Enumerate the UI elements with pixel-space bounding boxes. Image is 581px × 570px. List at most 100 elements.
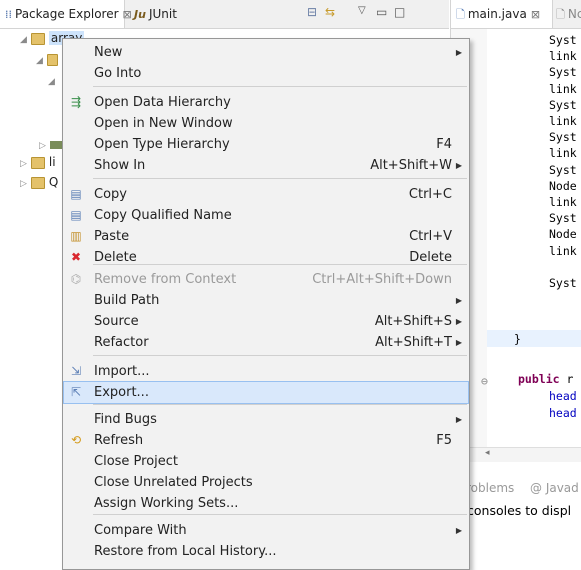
menu-item-label: New	[94, 45, 123, 60]
menu-item-label: Copy Qualified Name	[94, 208, 232, 223]
submenu-arrow-icon: ▶	[455, 48, 462, 57]
view-menu-icon[interactable]: ▽	[358, 5, 366, 16]
menu-item-refresh[interactable]: ⟲ Refresh F5	[64, 430, 468, 451]
expand-arrow-icon[interactable]: ◢	[48, 77, 55, 87]
collapse-arrow-icon[interactable]: ▷	[20, 159, 27, 169]
menu-item-shortcut: Alt+Shift+W	[370, 158, 452, 173]
code-line: link	[549, 146, 577, 161]
menu-item-go-into[interactable]: Go Into	[64, 63, 468, 84]
tree-item-label: li	[48, 155, 56, 169]
tab-package-explorer-label: Package Explorer	[15, 7, 119, 21]
tab-javadoc[interactable]: @ Javad	[530, 481, 579, 495]
menu-item-label: Go Into	[94, 66, 142, 81]
method-declaration: public r	[518, 372, 573, 386]
expand-arrow-icon[interactable]: ◢	[20, 35, 27, 45]
current-line-highlight	[487, 330, 581, 347]
menu-item-close-unrelated-projects[interactable]: Close Unrelated Projects	[64, 472, 468, 493]
menu-item-label: Refresh	[94, 433, 144, 448]
menu-item-shortcut: Ctrl+Alt+Shift+Down	[312, 272, 452, 287]
menu-item-label: Source	[94, 314, 139, 329]
code-line: Syst	[549, 162, 577, 177]
submenu-arrow-icon: ▶	[455, 296, 462, 305]
menu-item-source[interactable]: Source Alt+Shift+S ▶	[64, 311, 468, 332]
code-line: Node	[549, 178, 577, 193]
menu-item-open-data-hierarchy[interactable]: ⇶ Open Data Hierarchy	[64, 92, 468, 113]
tree-item-label: Q	[48, 175, 59, 189]
copy-icon: ▤	[70, 187, 82, 201]
maximize-icon[interactable]: □	[394, 5, 405, 19]
tree-item-child[interactable]: ◢	[48, 71, 59, 89]
code-line: link	[549, 243, 577, 258]
code-line: link	[549, 195, 577, 209]
fold-icon[interactable]: ⊖	[481, 374, 488, 388]
menu-item-export[interactable]: ⇱ Export...	[63, 381, 469, 404]
menu-item-close-project[interactable]: Close Project	[64, 451, 468, 472]
context-menu[interactable]: New ▶ Go Into ⇶ Open Data Hierarchy Open in N…	[62, 38, 470, 570]
copy-qualified-icon: ▤	[70, 208, 82, 222]
menu-separator	[93, 264, 467, 265]
code-line-head: head	[549, 389, 577, 403]
tab-junit[interactable]: Ju JUnit	[128, 0, 208, 28]
submenu-arrow-icon: ▶	[455, 317, 462, 326]
tab-nc[interactable]: 🗋 Nc	[555, 0, 581, 28]
menu-item-shortcut: Ctrl+C	[408, 187, 452, 202]
package-icon	[46, 53, 58, 66]
link-with-editor-icon[interactable]: ⇆	[325, 5, 335, 19]
menu-item-label: Build Path	[94, 293, 160, 308]
menu-item-shortcut: Alt+Shift+S	[374, 314, 452, 329]
delete-icon: ✖	[70, 250, 82, 264]
menu-item-paste[interactable]: ▥ Paste Ctrl+V	[64, 226, 468, 247]
submenu-arrow-icon: ▶	[455, 338, 462, 347]
menu-item-compare-with[interactable]: Compare With ▶	[64, 520, 468, 541]
code-line: Node	[549, 227, 577, 242]
code-line: link	[549, 81, 577, 96]
menu-item-new[interactable]: New ▶	[64, 42, 468, 63]
menu-item-import[interactable]: ⇲ Import...	[64, 361, 468, 382]
tab-main-java-label: main.java	[467, 7, 527, 21]
console-message-text: consoles to displ	[467, 503, 572, 518]
menu-item-open-in-new-window[interactable]: Open in New Window	[64, 113, 468, 134]
collapse-arrow-icon[interactable]: ▷	[39, 141, 46, 151]
menu-item-copy[interactable]: ▤ Copy Ctrl+C	[64, 184, 468, 205]
menu-item-shortcut: F4	[436, 137, 452, 152]
menu-item-label: Refactor	[94, 335, 149, 350]
menu-item-shortcut: Ctrl+V	[409, 229, 452, 244]
code-line: Syst	[549, 33, 577, 47]
collapse-arrow-icon[interactable]: ▷	[20, 179, 27, 189]
collapse-all-icon[interactable]: ⊟	[307, 5, 317, 19]
method-declaration-rest: r	[566, 372, 574, 386]
tree-item-child[interactable]: ◢	[36, 50, 62, 68]
menu-item-show-in[interactable]: Show In Alt+Shift+W ▶	[64, 155, 468, 176]
menu-item-label: Paste	[94, 229, 130, 244]
menu-item-label: Compare With	[94, 523, 187, 538]
menu-item-label: Open Data Hierarchy	[94, 95, 231, 110]
menu-item-shortcut: Alt+Shift+T	[375, 335, 452, 350]
tab-main-java[interactable]: 🗋 main.java ⊠	[451, 0, 553, 28]
menu-item-shortcut: F5	[436, 433, 452, 448]
tab-package-explorer[interactable]: ⁞⁞ Package Explorer ⊠	[0, 0, 132, 28]
close-icon[interactable]: ⊠	[531, 8, 540, 21]
menu-item-assign-working-sets[interactable]: Assign Working Sets...	[64, 493, 468, 514]
tree-item-li[interactable]: ▷ li	[20, 153, 56, 171]
code-line: Syst	[549, 130, 577, 145]
code-line: Syst	[549, 211, 577, 226]
menu-item-restore-from-local-history[interactable]: Restore from Local History...	[64, 541, 468, 562]
code-line: link	[549, 49, 577, 64]
tab-problems[interactable]: roblems	[466, 481, 514, 495]
editor-tab-bar: 🗋 main.java ⊠ 🗋 Nc	[450, 0, 581, 29]
submenu-arrow-icon: ▶	[455, 415, 462, 424]
menu-item-label: Restore from Local History...	[94, 544, 277, 559]
menu-item-build-path[interactable]: Build Path ▶	[64, 290, 468, 311]
minimize-icon[interactable]: ▭	[376, 5, 387, 19]
menu-item-copy-qualified-name[interactable]: ▤ Copy Qualified Name	[64, 205, 468, 226]
menu-item-label: Assign Working Sets...	[94, 496, 239, 511]
menu-item-open-type-hierarchy[interactable]: Open Type Hierarchy F4	[64, 134, 468, 155]
menu-item-refactor[interactable]: Refactor Alt+Shift+T ▶	[64, 332, 468, 353]
menu-item-find-bugs[interactable]: Find Bugs ▶	[64, 409, 468, 430]
expand-arrow-icon[interactable]: ◢	[36, 56, 43, 66]
menu-item-remove-from-context[interactable]: ⌬ Remove from Context Ctrl+Alt+Shift+Down	[64, 269, 468, 290]
tree-item-q[interactable]: ▷ Q	[20, 173, 58, 191]
left-view-tab-bar: ⁞⁞ Package Explorer ⊠ Ju JUnit ⊟ ⇆ ▽ ▭ □	[0, 0, 449, 29]
scroll-left-icon[interactable]: ◂	[485, 448, 490, 458]
menu-item-label: Remove from Context	[94, 272, 237, 287]
